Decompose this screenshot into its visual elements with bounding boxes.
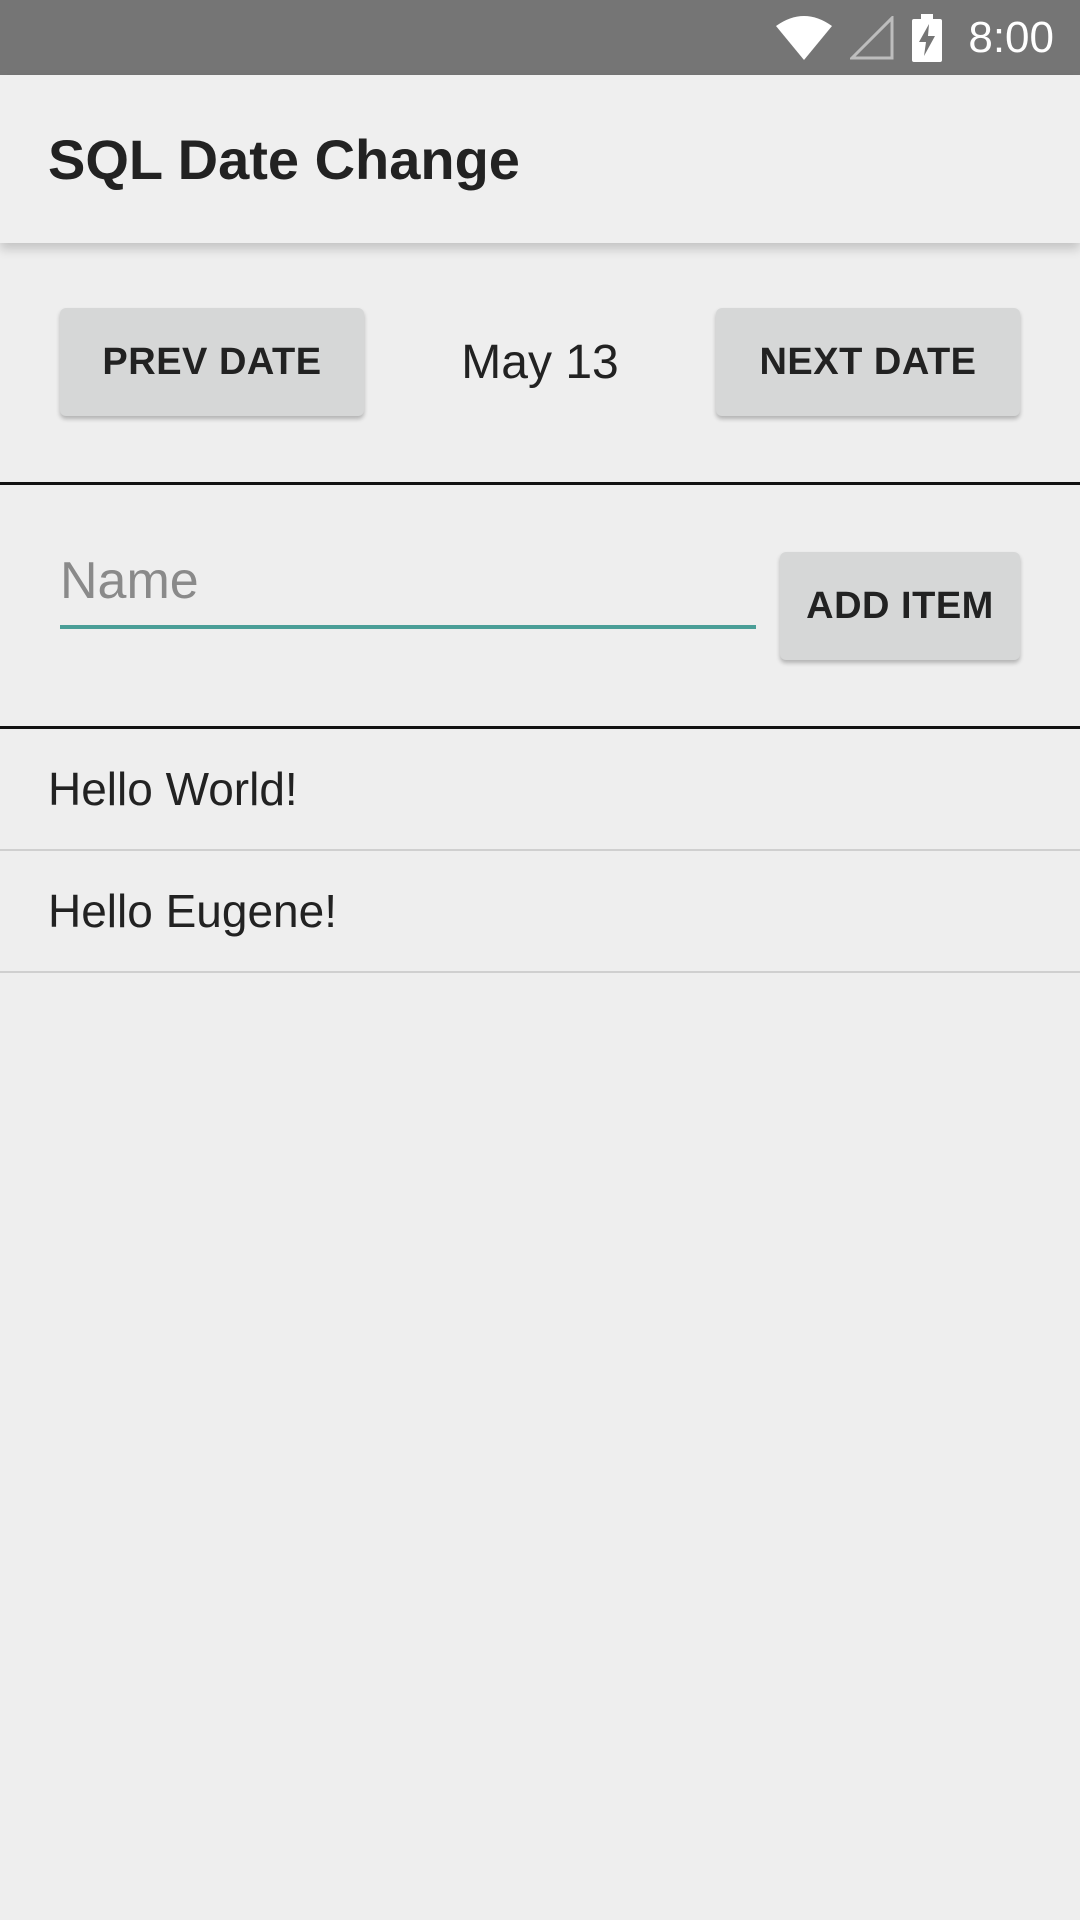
cell-signal-icon	[850, 15, 894, 60]
status-icons: 8:00	[758, 0, 1054, 75]
date-navigation: PREV DATE May 13 NEXT DATE	[0, 243, 1080, 483]
list-item-label: Hello World!	[48, 763, 298, 815]
name-input[interactable]	[60, 537, 756, 629]
add-item-button[interactable]: ADD ITEM	[780, 552, 1020, 660]
list-item[interactable]: Hello World!	[0, 729, 1080, 851]
status-time: 8:00	[968, 12, 1054, 62]
battery-charging-icon	[912, 13, 943, 62]
list-item-label: Hello Eugene!	[48, 885, 337, 937]
wifi-icon	[776, 15, 833, 60]
app-screen: 8:00 SQL Date Change PREV DATE May 13 NE…	[0, 0, 1080, 1920]
app-title: SQL Date Change	[48, 128, 520, 191]
item-list: Hello World! Hello Eugene!	[0, 729, 1080, 973]
list-item[interactable]: Hello Eugene!	[0, 851, 1080, 973]
next-date-button[interactable]: NEXT DATE	[716, 308, 1020, 416]
status-bar: 8:00	[0, 0, 1080, 75]
app-bar: SQL Date Change	[0, 75, 1080, 243]
current-date-label: May 13	[461, 335, 619, 389]
prev-date-button[interactable]: PREV DATE	[60, 308, 364, 416]
add-item-form: ADD ITEM	[0, 485, 1080, 726]
